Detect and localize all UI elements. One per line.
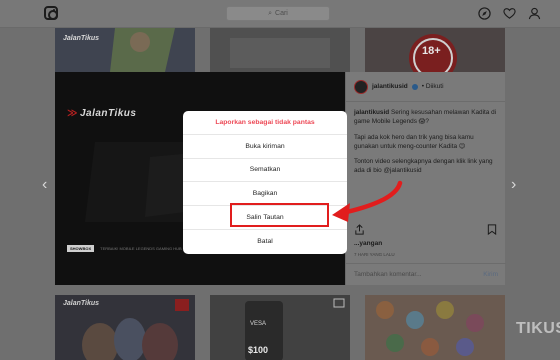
caption-username[interactable]: jalantikusid <box>354 109 389 116</box>
caption-line-3: Tonton video selengkapnya dengan klik li… <box>354 158 493 175</box>
next-post-chevron-icon[interactable]: › <box>511 176 516 194</box>
comment-placeholder[interactable]: Tambahkan komentar... <box>354 271 422 278</box>
svg-text:JalanTikus: JalanTikus <box>63 35 99 42</box>
search-icon: ⌕ <box>268 9 273 17</box>
post-details-panel: jalantikusid • Diikuti jalantikusid Seri… <box>345 72 506 285</box>
report-inappropriate-button[interactable]: Laporkan sebagai tidak pantas <box>183 111 347 135</box>
post-actions <box>354 222 365 240</box>
caption-line-2: Tapi ada kok hero dan trik yang bisa kam… <box>354 133 474 150</box>
post-timestamp: 7 HARI YANG LALU <box>354 252 395 257</box>
grid-tile-phone[interactable]: VESA $100 <box>210 295 350 360</box>
tile-price: $100 <box>248 345 269 355</box>
tile-brand-label: JalanTikus <box>63 300 100 307</box>
explore-compass-icon[interactable] <box>478 7 491 20</box>
post-caption: jalantikusid Sering kesusahan melawan Ka… <box>346 102 505 188</box>
video-strip-text: TERBAIK! MOBILE LEGENDS GAMING HUB <box>100 245 182 251</box>
grid-tile-18plus[interactable]: 18+ <box>365 28 505 72</box>
instagram-logo-icon[interactable] <box>44 6 58 20</box>
brand-mark-icon: ≫ <box>67 108 78 119</box>
copy-link-highlight-box <box>230 203 329 227</box>
comment-input[interactable]: Tambahkan komentar... Kirim <box>346 263 506 285</box>
top-navigation-bar: ⌕ Cari <box>0 0 560 28</box>
embed-button[interactable]: Sematkan <box>183 159 347 183</box>
grid-tile-collage[interactable] <box>365 295 505 360</box>
caption-line-1: jalantikusid Sering kesusahan melawan Ka… <box>354 108 497 127</box>
post-comment-button[interactable]: Kirim <box>483 271 498 278</box>
grid-tile-2[interactable] <box>210 28 350 72</box>
profile-user-icon[interactable] <box>528 7 541 20</box>
age-badge: 18+ <box>422 45 441 57</box>
post-username[interactable]: jalantikusid <box>372 83 408 90</box>
verified-badge-icon <box>411 83 418 90</box>
grid-tile-superheroes[interactable]: JalanTikus <box>55 295 195 360</box>
video-tag: SHOWBOX <box>67 244 95 252</box>
previous-post-chevron-icon[interactable]: ‹ <box>42 176 47 194</box>
search-input[interactable]: ⌕ Cari <box>226 6 330 21</box>
post-header: jalantikusid • Diikuti <box>346 72 505 102</box>
bookmark-icon[interactable] <box>487 222 497 240</box>
likes-count[interactable]: ...yangan <box>354 240 382 247</box>
avatar[interactable] <box>354 79 368 94</box>
post-brand-logo: ≫ JalanTikus <box>67 108 137 119</box>
search-placeholder: Cari <box>275 10 288 17</box>
tile-text-vesa: VESA <box>250 321 267 327</box>
watermark: TIKUS <box>516 320 560 337</box>
heart-activity-icon[interactable] <box>503 7 516 20</box>
grid-tile-anime[interactable]: JalanTikus <box>55 28 195 72</box>
follow-status[interactable]: • Diikuti <box>422 83 444 90</box>
post-options-dialog: Laporkan sebagai tidak pantas Buka kirim… <box>183 111 347 254</box>
cancel-button[interactable]: Batal <box>183 230 347 254</box>
open-post-button[interactable]: Buka kiriman <box>183 135 347 159</box>
share-icon[interactable] <box>354 222 365 240</box>
